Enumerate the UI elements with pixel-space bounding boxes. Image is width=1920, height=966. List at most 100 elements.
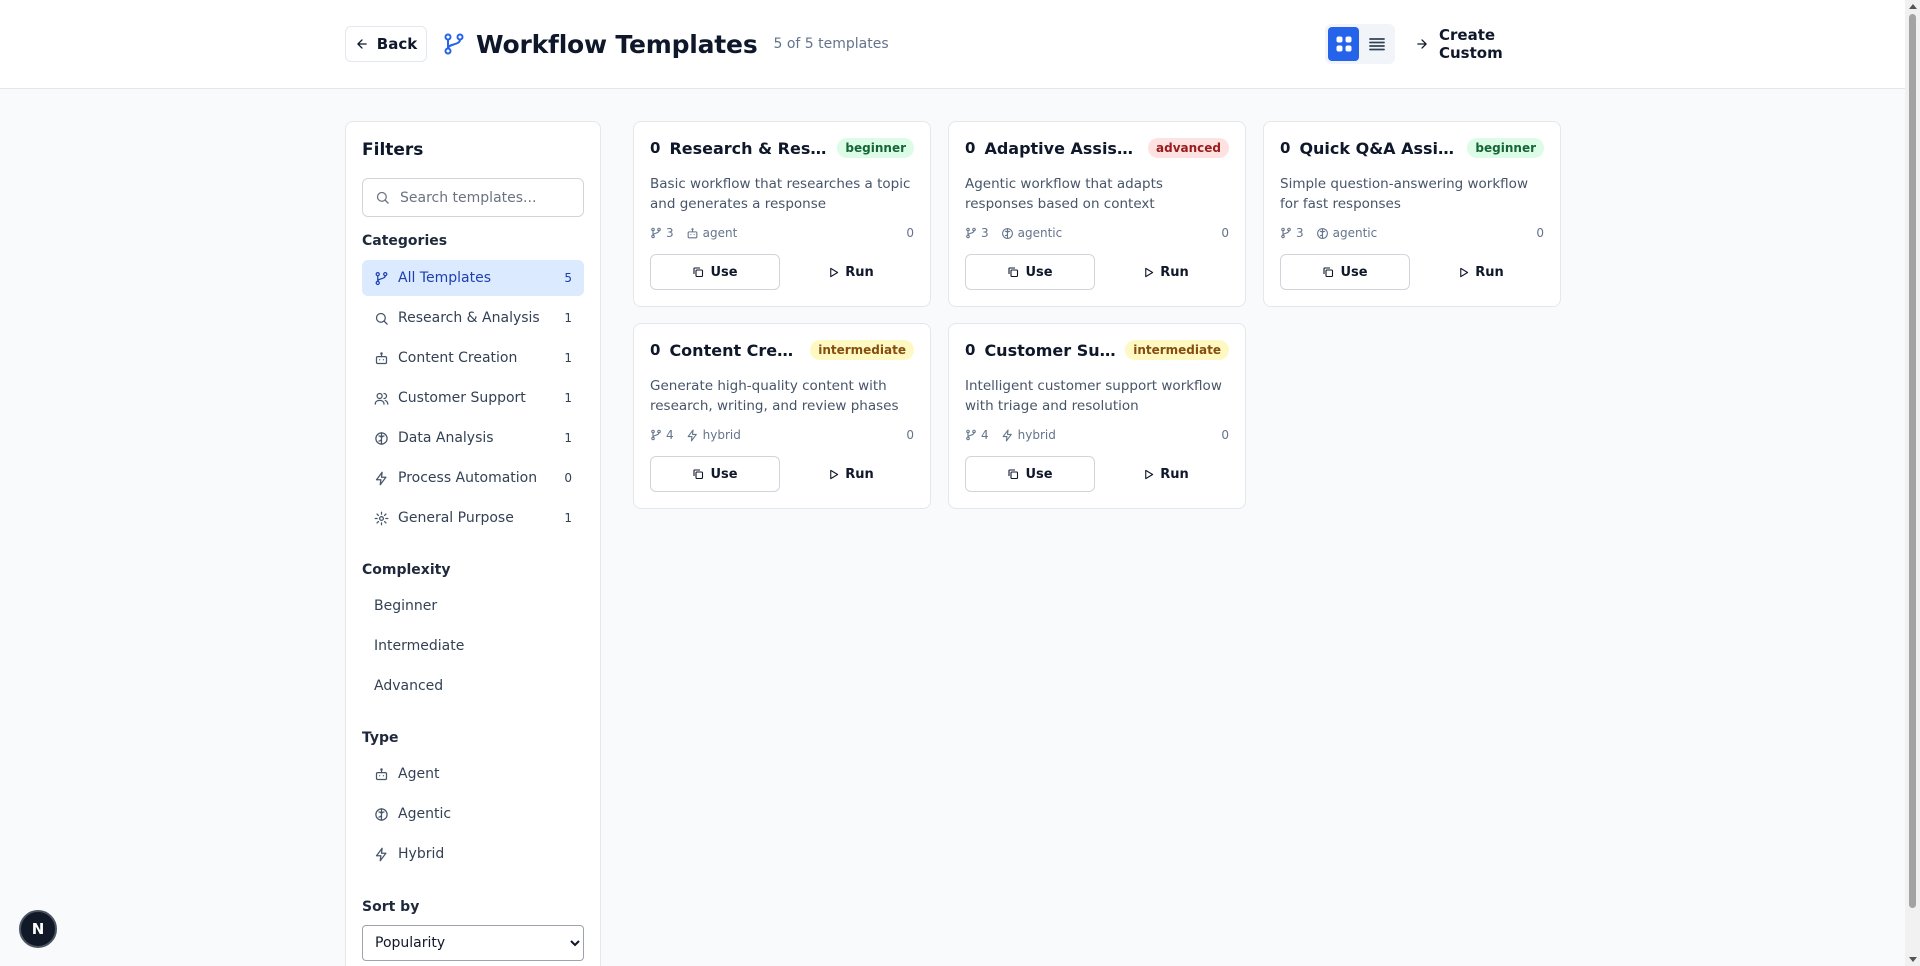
scroll-up-arrow[interactable] — [1909, 4, 1917, 9]
complexity-beginner[interactable]: Beginner — [362, 588, 584, 624]
category-label: Customer Support — [398, 390, 526, 406]
card-title: Quick Q&A Assistant — [1299, 138, 1458, 158]
uses-count: 0 — [906, 226, 914, 240]
back-button[interactable]: Back — [345, 26, 427, 62]
zap-icon — [374, 847, 389, 862]
card-description: Generate high-quality content with resea… — [650, 378, 899, 414]
category-process-automation[interactable]: Process Automation 0 — [362, 460, 584, 496]
bot-icon — [686, 227, 699, 240]
template-card-quick-qa-assistant[interactable]: 0 Quick Q&A Assistant beginner Simple qu… — [1263, 121, 1561, 307]
type-meta: agentic — [1001, 226, 1062, 240]
template-card-research-respond[interactable]: 0 Research & Respond beginner Basic work… — [633, 121, 931, 307]
steps-count: 3 — [1296, 226, 1304, 240]
play-icon — [828, 469, 839, 480]
type-agent[interactable]: Agent — [362, 756, 584, 792]
bot-icon — [374, 351, 389, 366]
run-label: Run — [845, 264, 874, 280]
complexity-badge: intermediate — [810, 340, 914, 360]
top-header: Back Workflow Templates 5 of 5 templates… — [0, 0, 1905, 89]
type-agentic[interactable]: Agentic — [362, 796, 584, 832]
run-label: Run — [1160, 264, 1189, 280]
users-icon — [374, 391, 389, 406]
page-title: Workflow Templates — [476, 29, 758, 59]
steps-count: 3 — [666, 226, 674, 240]
scroll-down-arrow[interactable] — [1909, 957, 1917, 962]
category-count: 5 — [564, 271, 572, 285]
run-button[interactable]: Run — [1101, 254, 1231, 290]
category-research-analysis[interactable]: Research & Analysis 1 — [362, 300, 584, 336]
type-list: Agent Agentic Hybrid — [362, 756, 584, 876]
complexity-list: Beginner Intermediate Advanced — [362, 588, 584, 708]
complexity-advanced[interactable]: Advanced — [362, 668, 584, 704]
card-number: 0 — [650, 139, 661, 157]
card-title: Content Creation... — [669, 340, 802, 360]
sort-select[interactable]: Popularity — [362, 925, 584, 961]
complexity-badge: beginner — [1467, 138, 1544, 158]
steps-count: 4 — [666, 428, 674, 442]
category-count: 1 — [564, 431, 572, 445]
categories-label: Categories — [362, 233, 448, 249]
use-button[interactable]: Use — [650, 254, 780, 290]
card-meta: 3 agentic 0 — [965, 226, 1229, 240]
type-label: Type — [362, 730, 399, 746]
category-count: 1 — [564, 351, 572, 365]
grid-view-button[interactable] — [1328, 27, 1359, 61]
run-label: Run — [1160, 466, 1189, 482]
use-button[interactable]: Use — [965, 456, 1095, 492]
category-count: 1 — [564, 311, 572, 325]
category-list: All Templates 5 Research & Analysis 1 Co… — [362, 260, 584, 540]
sort-label: Sort by — [362, 899, 420, 915]
brain-icon — [1001, 227, 1014, 240]
list-view-button[interactable] — [1361, 27, 1392, 61]
card-meta: 4 hybrid 0 — [650, 428, 914, 442]
zap-icon — [374, 471, 389, 486]
type-label-text: Hybrid — [398, 846, 445, 862]
complexity-badge: intermediate — [1125, 340, 1229, 360]
run-button[interactable]: Run — [786, 456, 916, 492]
category-label: Data Analysis — [398, 430, 494, 446]
steps-count: 3 — [981, 226, 989, 240]
use-label: Use — [1025, 264, 1053, 280]
complexity-badge: advanced — [1148, 138, 1229, 158]
play-icon — [1143, 267, 1154, 278]
category-general-purpose[interactable]: General Purpose 1 — [362, 500, 584, 536]
run-button[interactable]: Run — [786, 254, 916, 290]
scroll-thumb[interactable] — [1909, 14, 1916, 908]
use-button[interactable]: Use — [650, 456, 780, 492]
category-label: Process Automation — [398, 470, 538, 486]
category-all-templates[interactable]: All Templates 5 — [362, 260, 584, 296]
complexity-intermediate[interactable]: Intermediate — [362, 628, 584, 664]
list-icon — [1368, 35, 1386, 53]
card-title: Customer Support... — [984, 340, 1116, 360]
run-button[interactable]: Run — [1416, 254, 1546, 290]
use-label: Use — [710, 264, 738, 280]
workflow-icon — [650, 227, 662, 239]
type-label-text: Agentic — [398, 806, 452, 822]
category-customer-support[interactable]: Customer Support 1 — [362, 380, 584, 416]
category-content-creation[interactable]: Content Creation 1 — [362, 340, 584, 376]
page-scrollbar[interactable] — [1905, 0, 1920, 966]
category-count: 1 — [564, 511, 572, 525]
type-hybrid[interactable]: Hybrid — [362, 836, 584, 872]
use-button[interactable]: Use — [965, 254, 1095, 290]
devtools-badge[interactable]: N — [19, 910, 57, 948]
type-text: hybrid — [1017, 428, 1056, 442]
uses-count: 0 — [1536, 226, 1544, 240]
run-button[interactable]: Run — [1101, 456, 1231, 492]
steps-count: 4 — [981, 428, 989, 442]
steps-meta: 3 — [1280, 226, 1304, 240]
run-label: Run — [1475, 264, 1504, 280]
template-card-content-creation[interactable]: 0 Content Creation... intermediate Gener… — [633, 323, 931, 509]
use-label: Use — [710, 466, 738, 482]
template-card-adaptive-assistant[interactable]: 0 Adaptive Assistant advanced Agentic wo… — [948, 121, 1246, 307]
copy-icon — [1007, 468, 1019, 480]
create-custom-button[interactable]: Create Custom — [1415, 26, 1560, 62]
complexity-label: Complexity — [362, 562, 451, 578]
search-input[interactable] — [400, 189, 570, 206]
template-card-customer-support[interactable]: 0 Customer Support... intermediate Intel… — [948, 323, 1246, 509]
complexity-badge: beginner — [837, 138, 914, 158]
use-button[interactable]: Use — [1280, 254, 1410, 290]
copy-icon — [1007, 266, 1019, 278]
zap-icon — [1001, 429, 1014, 442]
category-data-analysis[interactable]: Data Analysis 1 — [362, 420, 584, 456]
